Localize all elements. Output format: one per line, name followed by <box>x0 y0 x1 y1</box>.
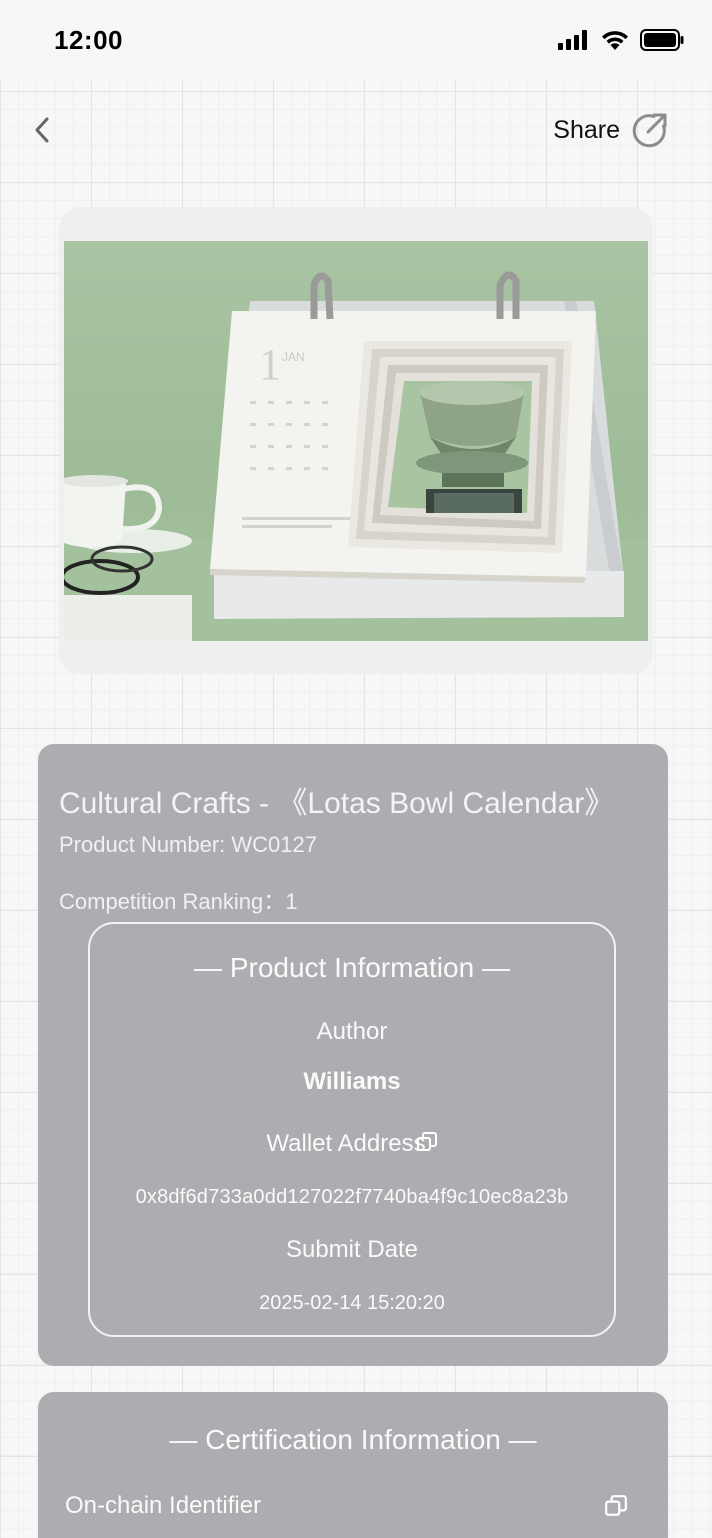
chevron-left-icon <box>35 117 49 143</box>
product-image-card: 1 JAN <box>59 207 653 674</box>
back-button[interactable] <box>26 110 58 150</box>
svg-text:JAN: JAN <box>282 350 305 364</box>
on-chain-identifier-label: On-chain Identifier <box>65 1492 262 1519</box>
share-label: Share <box>553 115 620 144</box>
status-icons <box>558 29 684 51</box>
wallet-address-value: 0x8df6d733a0dd127022f7740ba4f9c10ec8a23b <box>135 1186 569 1208</box>
copy-icon <box>605 1495 627 1516</box>
submit-date-value: 2025-02-14 15:20:20 <box>259 1292 445 1314</box>
competition-ranking: Competition Ranking：1 <box>59 884 297 916</box>
on-chain-identifier-row: On-chain Identifier <box>65 1492 628 1520</box>
share-arrow-icon <box>632 113 667 148</box>
battery-icon <box>640 29 684 51</box>
certification-info-card: — Certification Information — On-chain I… <box>38 1392 668 1538</box>
ranking-label: Competition Ranking： <box>59 889 286 914</box>
status-bar: 12:00 <box>0 0 712 80</box>
wifi-icon <box>602 31 628 50</box>
product-photo: 1 JAN <box>64 241 648 641</box>
nav-bar: Share <box>0 80 712 180</box>
copy-identifier-button[interactable] <box>604 1494 628 1518</box>
product-number: Product Number: WC0127 <box>59 832 317 858</box>
product-title: Cultural Crafts - 《Lotas Bowl Calendar》 <box>59 787 615 820</box>
submit-date-label: Submit Date <box>285 1236 419 1263</box>
signal-icon <box>558 30 587 50</box>
copy-wallet-button[interactable] <box>416 1131 438 1153</box>
product-info-card: Cultural Crafts - 《Lotas Bowl Calendar》 … <box>38 744 668 1366</box>
wallet-address-row: Wallet Address <box>90 1130 614 1158</box>
author-value: Williams <box>303 1068 401 1095</box>
product-information-box: — Product Information — Author Williams … <box>88 922 616 1337</box>
wallet-address-label: Wallet Address <box>266 1130 426 1157</box>
status-time: 12:00 <box>54 24 123 55</box>
certification-section-title: — Certification Information — <box>169 1424 537 1455</box>
product-number-value: WC0127 <box>231 832 317 857</box>
svg-text:1: 1 <box>259 340 281 389</box>
author-label: Author <box>316 1018 388 1045</box>
ranking-value: 1 <box>285 889 298 914</box>
product-info-section-title: — Product Information — <box>194 952 510 983</box>
share-button[interactable]: Share <box>553 112 668 148</box>
copy-icon <box>416 1132 437 1151</box>
product-number-label: Product Number: <box>59 832 232 857</box>
